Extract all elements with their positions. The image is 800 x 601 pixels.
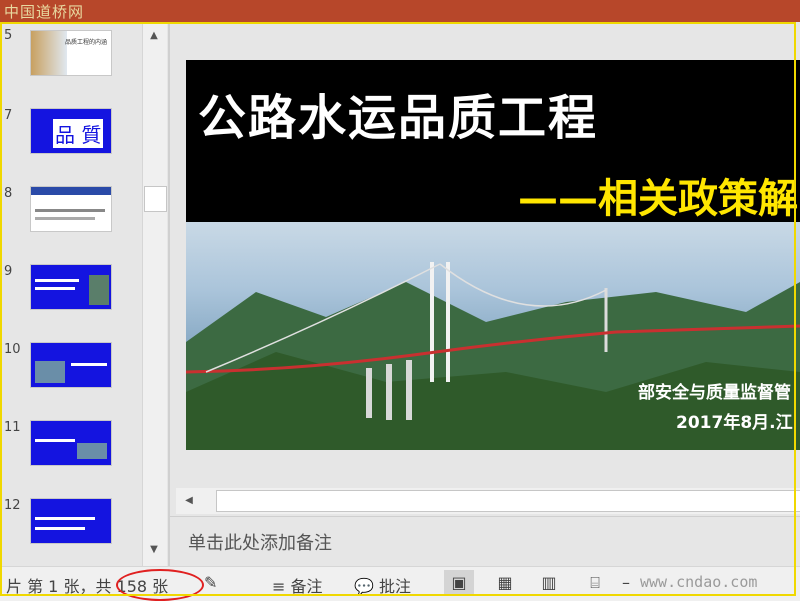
edit-notes-icon[interactable]: ✎ (204, 573, 217, 592)
watermark-top: 中国道桥网 (4, 3, 85, 21)
slide-thumbnail[interactable]: 品 質 (30, 108, 112, 154)
notes-placeholder[interactable]: 单击此处添加备注 (188, 529, 332, 555)
thumb-number: 12 (4, 498, 21, 513)
slide-thumbnail[interactable] (30, 498, 112, 544)
slideshow-view-icon[interactable]: ⌸ (580, 570, 610, 596)
slide-thumbnail[interactable] (30, 342, 112, 388)
slide-thumbnail[interactable]: 品质工程的内涵 (30, 30, 112, 76)
thumb-number: 5 (4, 28, 13, 43)
slide-subtitle: ——相关政策解 (518, 176, 798, 222)
slide-horizontal-scrollbar[interactable]: ◀ (176, 488, 800, 514)
status-bar: 片 第 1 张，共 158 张 ✎ ≡ 备注 💬 批注 ▣ ▦ ▥ ⌸ – ww… (0, 566, 800, 601)
pane-divider[interactable] (168, 22, 170, 566)
slide-title: 公路水运品质工程 (198, 90, 599, 146)
reading-view-icon[interactable]: ▥ (534, 570, 564, 596)
scroll-up-arrow-icon[interactable]: ▲ (143, 26, 165, 46)
thumb-number: 9 (4, 264, 13, 279)
slide-thumbnail-pane: 5 品质工程的内涵 7 品 質 8 9 10 11 12 (0, 22, 142, 566)
thumb-number: 7 (4, 108, 13, 123)
slide-organization: 部安全与质量监督管 (638, 383, 791, 403)
comments-button[interactable]: 💬 批注 (354, 573, 411, 597)
zoom-out-icon[interactable]: – (622, 573, 630, 592)
annotation-circle (116, 569, 204, 601)
thumb-number: 8 (4, 186, 13, 201)
notes-icon: ≡ (272, 577, 286, 596)
slide-thumbnail[interactable] (30, 186, 112, 232)
notes-toggle-button[interactable]: ≡ 备注 (272, 573, 323, 597)
slide-thumbnail[interactable] (30, 264, 112, 310)
title-bar: 中国道桥网 (0, 0, 800, 22)
slide-thumbnail[interactable] (30, 420, 112, 466)
notes-label: 备注 (290, 577, 323, 596)
slide-sorter-view-icon[interactable]: ▦ (490, 570, 520, 596)
normal-view-icon[interactable]: ▣ (444, 570, 474, 596)
scroll-down-arrow-icon[interactable]: ▼ (143, 540, 165, 560)
scroll-left-arrow-icon[interactable]: ◀ (180, 492, 198, 510)
notes-pane[interactable]: 单击此处添加备注 (170, 516, 800, 567)
watermark-bottom: www.cndao.com (640, 573, 758, 591)
slide-date: 2017年8月.江 (676, 413, 793, 433)
comment-icon: 💬 (354, 577, 374, 596)
scrollbar-track[interactable] (216, 490, 800, 512)
comments-label: 批注 (379, 577, 412, 596)
main-slide[interactable]: 公路水运品质工程 ——相关政策解 部安全与质量监督管 2017年8月.江 (186, 60, 800, 450)
thumb-number: 11 (4, 420, 21, 435)
scrollbar-thumb[interactable] (144, 186, 167, 212)
thumb-number: 10 (4, 342, 21, 357)
thumbnail-scrollbar[interactable]: ▲ ▼ (142, 22, 167, 566)
